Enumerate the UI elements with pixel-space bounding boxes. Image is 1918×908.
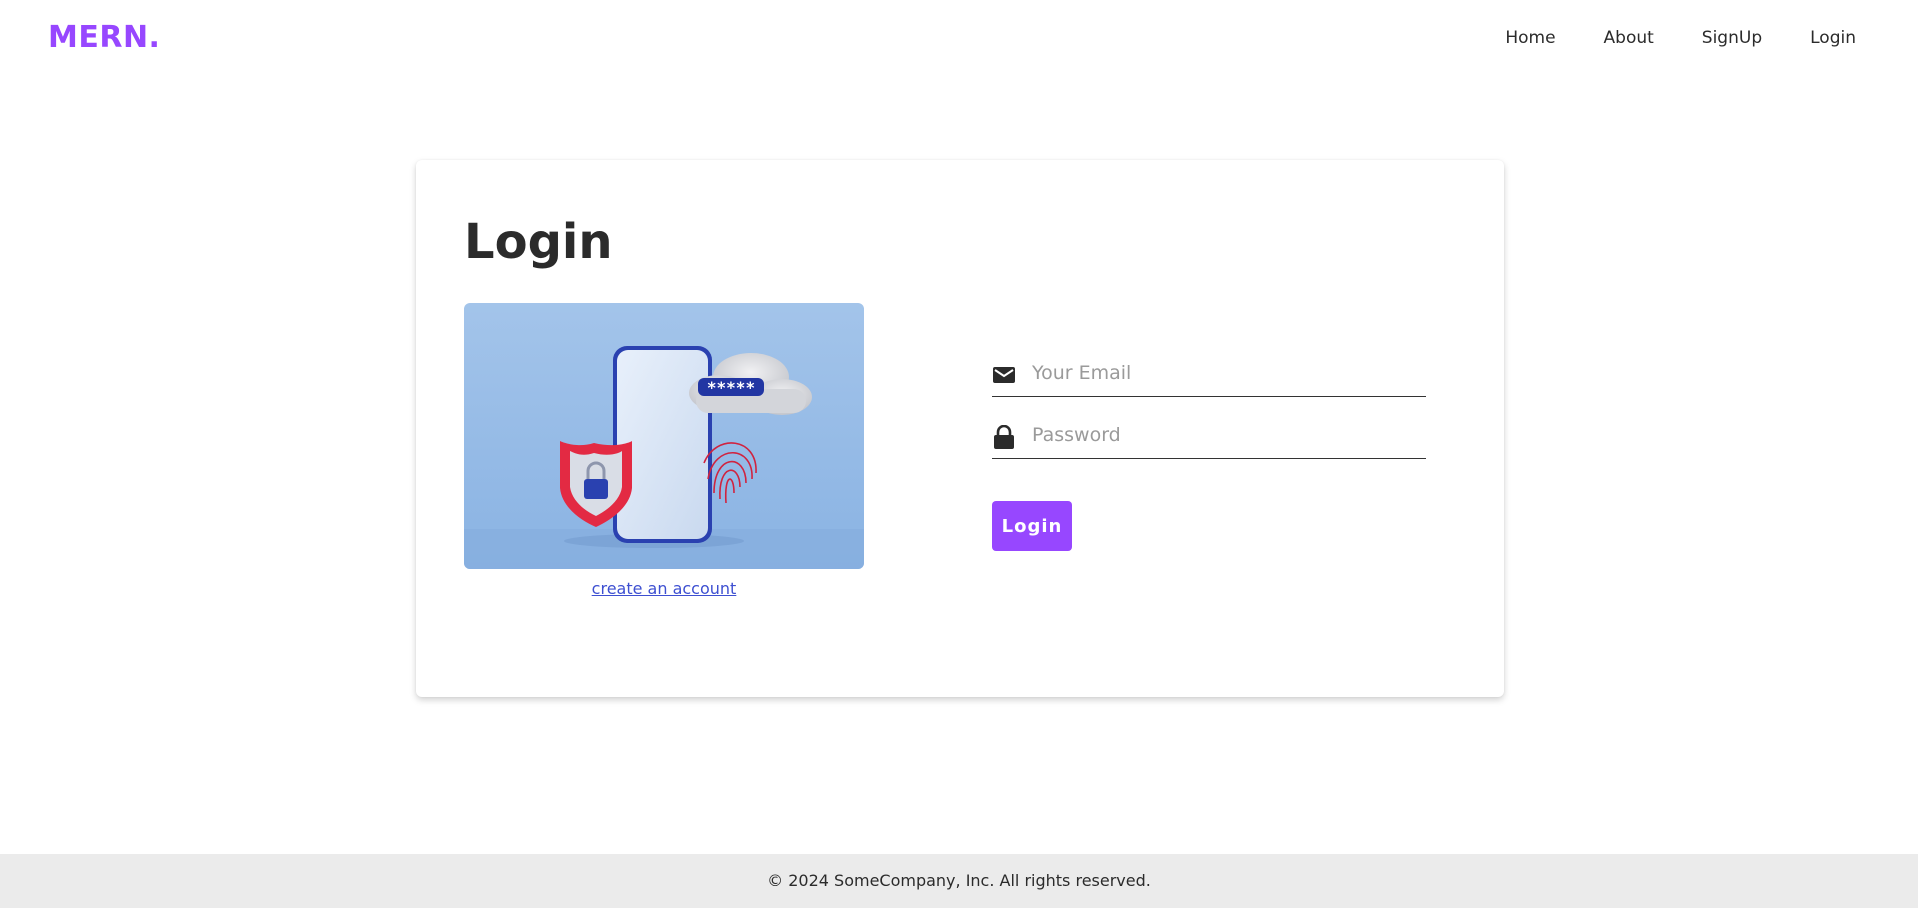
password-mask-text: *****: [707, 378, 755, 397]
nav-link-home[interactable]: Home: [1505, 28, 1555, 48]
page-title: Login: [464, 214, 613, 270]
password-input[interactable]: [1032, 413, 1422, 457]
nav-link-about[interactable]: About: [1604, 28, 1654, 48]
login-illustration: *****: [464, 303, 864, 569]
email-icon: [993, 367, 1015, 383]
copyright-text: © 2024 SomeCompany, Inc. All rights rese…: [767, 871, 1151, 890]
nav-link-signup[interactable]: SignUp: [1702, 28, 1762, 48]
lock-icon: [994, 425, 1014, 449]
email-field: [992, 351, 1426, 397]
email-input[interactable]: [1032, 351, 1422, 395]
nav-links: Home About SignUp Login: [1505, 28, 1856, 48]
security-illustration-image: *****: [464, 303, 864, 569]
nav-link-login[interactable]: Login: [1810, 28, 1856, 48]
navbar: MERN. Home About SignUp Login: [0, 0, 1918, 78]
create-account-link[interactable]: create an account: [464, 579, 864, 598]
password-field: [992, 413, 1426, 459]
brand-logo[interactable]: MERN.: [48, 20, 160, 55]
footer: © 2024 SomeCompany, Inc. All rights rese…: [0, 854, 1918, 908]
login-card: Login ***** create an account Your Email…: [416, 160, 1504, 697]
login-button[interactable]: Login: [992, 501, 1072, 551]
